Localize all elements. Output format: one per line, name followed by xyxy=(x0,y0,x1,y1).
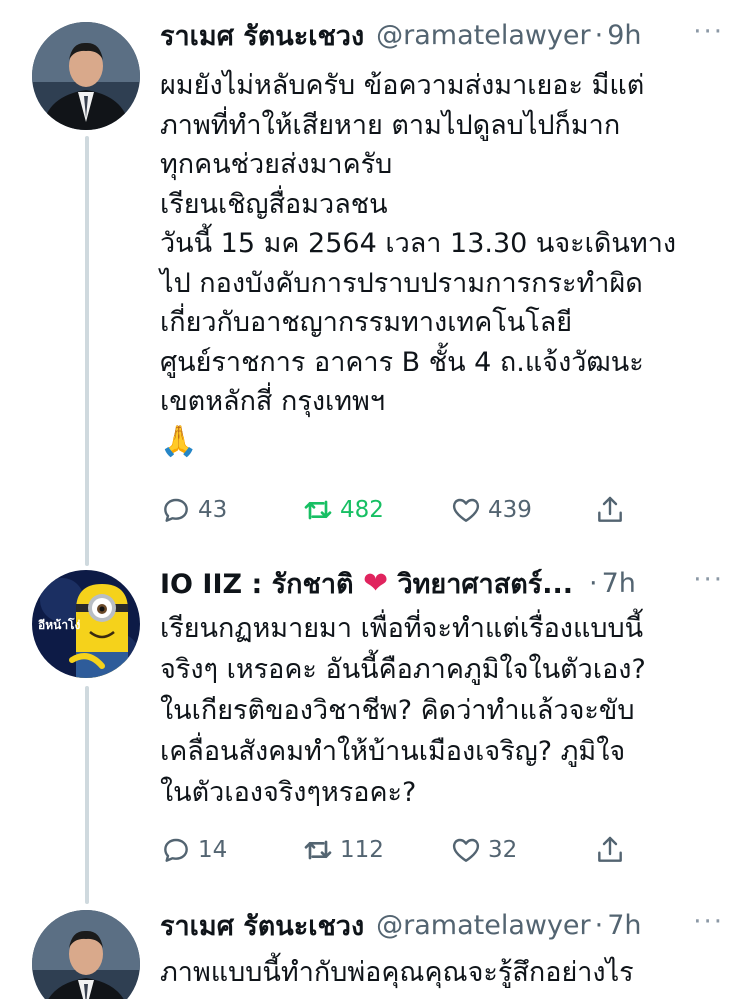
reply-count: 43 xyxy=(198,497,228,523)
tweet-text: ภาพแบบนี้ทำกับพ่อคุณคุณจะรู้สึกอย่างไร xyxy=(160,953,740,993)
action-bar: 14 112 32 xyxy=(160,830,630,870)
tweet[interactable]: ราเมศ รัตนะเชวง @ramatelawyer · 7h ··· ภ… xyxy=(0,900,750,999)
separator-dot: · xyxy=(589,567,598,599)
avatar[interactable] xyxy=(32,910,140,999)
more-options-icon[interactable]: ··· xyxy=(693,907,724,937)
heart-icon xyxy=(452,838,480,862)
like-count: 439 xyxy=(488,497,532,523)
avatar-photo-icon xyxy=(32,910,140,999)
timestamp[interactable]: 9h xyxy=(607,20,641,51)
avatar[interactable]: อีหน้าโง่ xyxy=(32,570,140,678)
tweet-text-line: เคลื่อนสังคมทำให้บ้านเมืองเจริญ? ภูมิใจ xyxy=(160,736,626,767)
author-handle[interactable]: @ramatelawyer xyxy=(376,20,591,51)
reply-button[interactable]: 14 xyxy=(160,830,227,870)
share-icon xyxy=(598,836,622,862)
more-options-icon[interactable]: ··· xyxy=(693,17,724,47)
share-button[interactable] xyxy=(594,830,632,870)
separator-dot: · xyxy=(594,19,604,51)
avatar-photo-icon xyxy=(32,22,140,130)
action-bar: 43 482 439 xyxy=(160,490,630,530)
timestamp[interactable]: 7h xyxy=(607,910,641,941)
reply-icon xyxy=(164,498,188,522)
tweet[interactable]: อีหน้าโง่ IO IIZ : รักชาติ ❤ วิทยาศาสตร์… xyxy=(0,560,750,900)
tweet-text-line: จริงๆ เหรอคะ อันนี้คือภาคภูมิใจในตัวเอง? xyxy=(160,654,646,685)
like-button[interactable]: 439 xyxy=(450,490,532,530)
share-icon xyxy=(598,496,622,522)
tweet-text: เรียนกฏหมายมา เพื่อที่จะทำแต่เรื่องแบบนี… xyxy=(160,608,740,813)
more-options-icon[interactable]: ··· xyxy=(693,565,724,595)
tweet-text-line: ผมยังไม่หลับครับ ข้อความส่งมาเยอะ มีแต่ xyxy=(160,70,645,101)
tweet-text-line: ในเกียรติของวิชาชีพ? คิดว่าทำแล้วจะขับ xyxy=(160,695,635,726)
reply-icon xyxy=(164,838,188,862)
timestamp[interactable]: 7h xyxy=(602,568,636,599)
tweet-text-line: ภาพแบบนี้ทำกับพ่อคุณคุณจะรู้สึกอย่างไร xyxy=(160,957,634,988)
tweet-text-line: ภาพที่ทำให้เสียหาย ตามไปดูลบไปก็มาก xyxy=(160,109,621,141)
retweet-button[interactable]: 482 xyxy=(302,490,384,530)
retweet-icon xyxy=(304,500,332,520)
share-button[interactable] xyxy=(594,490,632,530)
tweet-text-line: ทุกคนช่วยส่งมาครับ xyxy=(160,149,393,180)
tweet-text: ผมยังไม่หลับครับ ข้อความส่งมาเยอะ มีแต่ … xyxy=(160,66,740,461)
retweet-count: 482 xyxy=(340,497,384,523)
heart-icon xyxy=(452,498,480,522)
avatar-caption: อีหน้าโง่ xyxy=(38,618,81,632)
author-handle[interactable]: @ramatelawyer xyxy=(376,910,591,941)
retweet-icon xyxy=(304,840,332,860)
retweet-count: 112 xyxy=(340,837,384,863)
tweet-text-line: วันนี้ 15 มค 2564 เวลา 13.30 นจะเดินทาง xyxy=(160,228,677,259)
author-name[interactable]: ราเมศ รัตนะเชวง xyxy=(160,14,364,57)
tweet-text-line: เกี่ยวกับอาชญากรรมทางเทคโนโลยี xyxy=(160,307,573,338)
tweet-text-line: ในตัวเองจริงๆหรอคะ? xyxy=(160,777,417,808)
tweet-header: ราเมศ รัตนะเชวง @ramatelawyer · 7h ··· xyxy=(160,907,730,943)
tweet-header: IO IIZ : รักชาติ ❤ วิทยาศาสตร์... · 7h ·… xyxy=(160,565,730,601)
tweet-text-line: เขตหลักสี่ กรุงเทพฯ xyxy=(160,386,385,417)
reply-button[interactable]: 43 xyxy=(160,490,227,530)
separator-dot: · xyxy=(594,909,604,941)
like-button[interactable]: 32 xyxy=(450,830,517,870)
like-count: 32 xyxy=(488,837,518,863)
author-name[interactable]: IO IIZ : รักชาติ ❤ วิทยาศาสตร์... xyxy=(160,562,573,605)
red-heart-icon: ❤ xyxy=(362,565,389,601)
author-name[interactable]: ราเมศ รัตนะเชวง xyxy=(160,904,364,947)
tweet-text-line: ไป กองบังคับการปราบปรามการกระทำผิด xyxy=(160,267,643,299)
tweet-text-line: เรียนเชิญสื่อมวลชน xyxy=(160,188,388,220)
avatar[interactable] xyxy=(32,22,140,130)
tweet-header: ราเมศ รัตนะเชวง @ramatelawyer · 9h ··· xyxy=(160,17,730,53)
reply-count: 14 xyxy=(198,837,228,863)
retweet-button[interactable]: 112 xyxy=(302,830,384,870)
tweet[interactable]: ราเมศ รัตนะเชวง @ramatelawyer · 9h ··· ผ… xyxy=(0,0,750,560)
folded-hands-emoji: 🙏 xyxy=(160,423,198,459)
tweet-text-line: ศูนย์ราชการ อาคาร B ชั้น 4 ถ.แจ้งวัฒนะ xyxy=(160,346,644,378)
tweet-text-line: เรียนกฏหมายมา เพื่อที่จะทำแต่เรื่องแบบนี… xyxy=(160,613,644,644)
